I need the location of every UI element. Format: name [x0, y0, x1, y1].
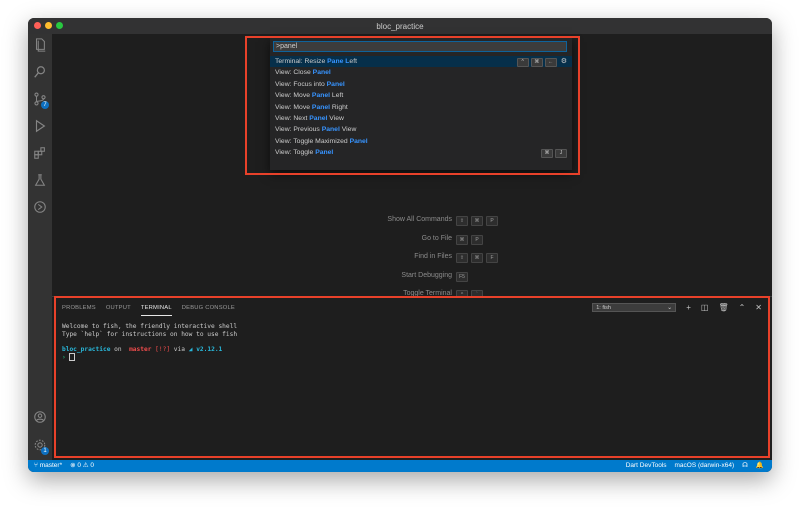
- branch-indicator[interactable]: ⑂ master*: [34, 460, 62, 472]
- key-cap: ⌘: [471, 253, 483, 264]
- watermark-label: Go to File: [421, 234, 452, 242]
- title-bar: bloc_practice: [28, 18, 772, 34]
- key-cap: P: [486, 216, 498, 226]
- watermark-row: Go to File ⌘ P: [52, 233, 772, 245]
- dart-devtools-icon[interactable]: [32, 200, 48, 216]
- key-cap: P: [471, 234, 483, 245]
- manage-gear-icon[interactable]: 1: [32, 438, 49, 455]
- watermark-label: Show All Commands: [387, 216, 452, 223]
- dart-devtools-status[interactable]: Dart DevTools: [626, 460, 667, 472]
- notifications-bell-icon[interactable]: 🔔: [756, 460, 764, 472]
- key-cap: ⇧: [456, 216, 468, 226]
- maximize-window-button[interactable]: [56, 22, 63, 29]
- key-cap: ⇧: [456, 253, 468, 264]
- watermark-row: Find in Files ⇧ ⌘ F: [52, 251, 772, 264]
- key-cap: F: [486, 253, 498, 264]
- minimize-window-button[interactable]: [45, 22, 52, 29]
- activity-bar: 7 1: [28, 34, 52, 460]
- manage-badge: 1: [41, 447, 49, 455]
- run-debug-icon[interactable]: [32, 119, 48, 135]
- watermark-label: Start Debugging: [401, 271, 452, 279]
- account-icon[interactable]: [32, 410, 48, 426]
- editor-area: >panel Terminal: Resize Pane Left ^ ⌘ ← ⚙ Vie…: [52, 34, 772, 301]
- key-cap: ⌘: [471, 216, 483, 226]
- search-icon[interactable]: [32, 65, 48, 81]
- watermark-keys: ⇧ ⌘ F: [456, 253, 498, 264]
- close-window-button[interactable]: [34, 22, 41, 29]
- key-cap: ⌘: [456, 234, 468, 245]
- source-control-badge: 7: [41, 101, 49, 109]
- explorer-icon[interactable]: [32, 38, 48, 54]
- watermark-row: Start Debugging F5: [52, 270, 772, 282]
- source-control-icon[interactable]: 7: [32, 92, 49, 109]
- platform-status[interactable]: macOS (darwin-x64): [675, 460, 735, 472]
- branch-label: master*: [39, 462, 63, 469]
- problems-indicator[interactable]: ⊗ 0 ⚠ 0: [70, 460, 94, 472]
- watermark-keys: F5: [456, 271, 468, 282]
- key-cap: F5: [456, 271, 468, 282]
- watermark-keys: ⇧ ⌘ P: [456, 216, 498, 226]
- status-bar: ⑂ master* ⊗ 0 ⚠ 0 Dart DevTools macOS (d…: [28, 460, 772, 472]
- vscode-window: bloc_practice 7 1 >panel Terminal: Resiz…: [28, 18, 772, 472]
- watermark-row: Show All Commands ⇧ ⌘ P: [52, 214, 772, 226]
- watermark-label: Find in Files: [414, 253, 452, 261]
- extensions-icon[interactable]: [32, 146, 48, 162]
- watermark-keys: ⌘ P: [456, 234, 483, 245]
- traffic-lights: [34, 22, 63, 29]
- panel-highlight-box: [54, 296, 770, 458]
- window-title: bloc_practice: [376, 21, 424, 31]
- testing-icon[interactable]: [32, 173, 48, 189]
- palette-highlight-box: [245, 36, 580, 175]
- feedback-icon[interactable]: ☊: [742, 460, 748, 472]
